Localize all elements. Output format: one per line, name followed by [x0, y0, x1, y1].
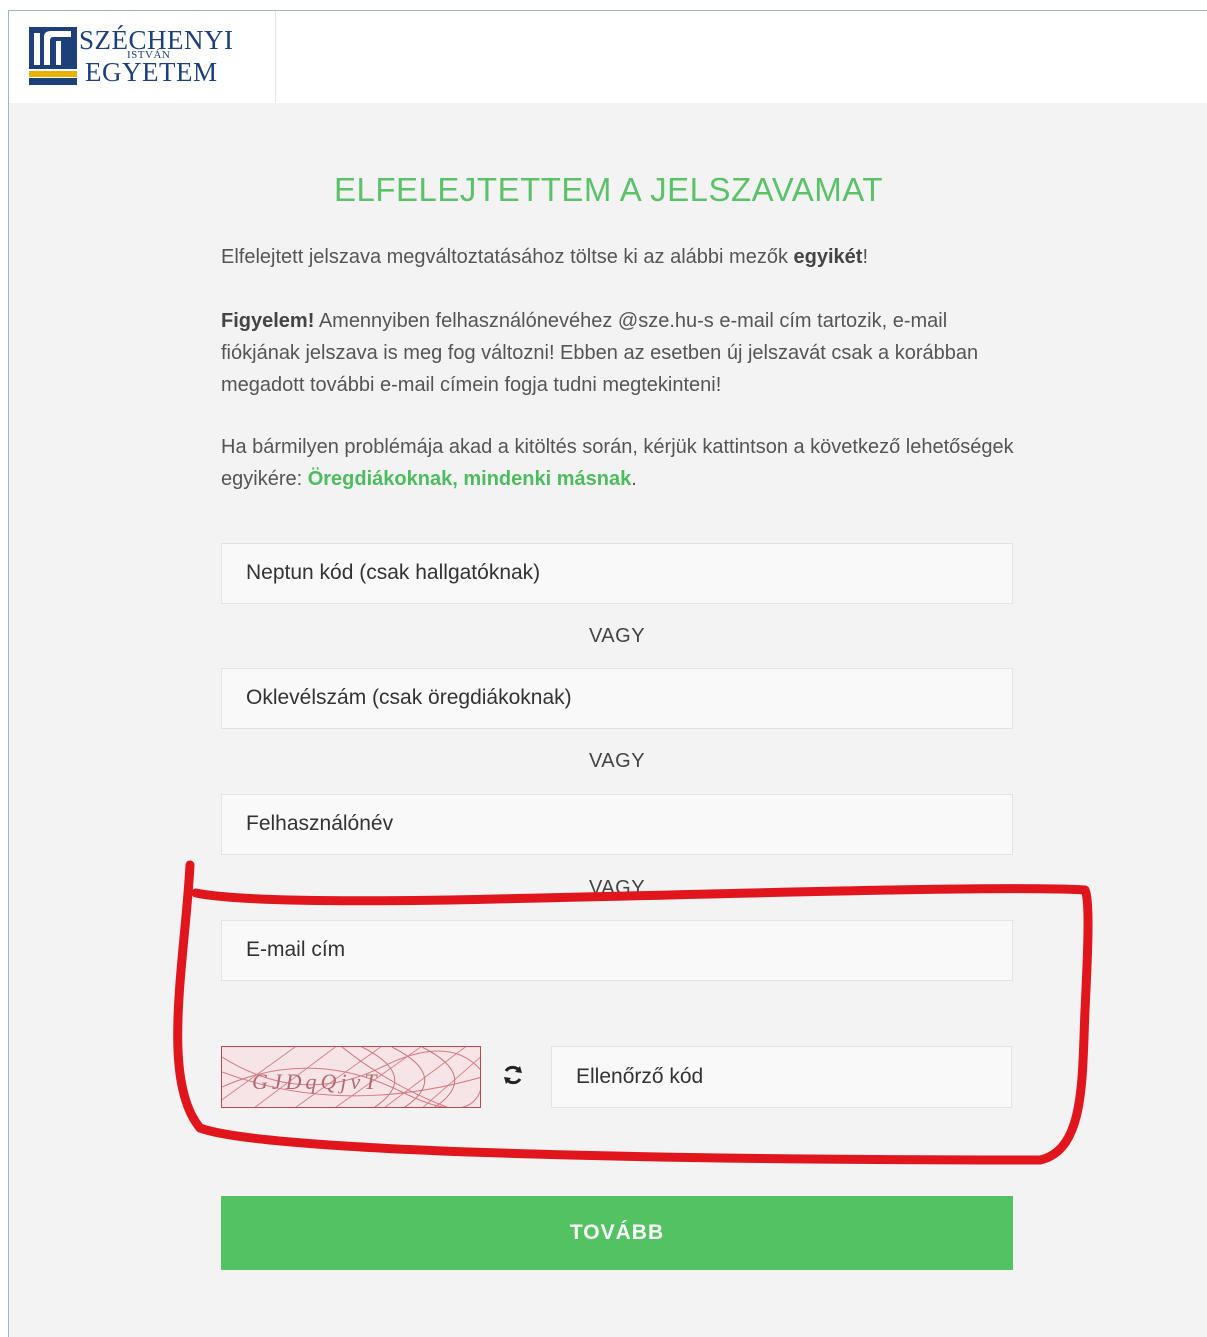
email-input[interactable]: E-mail cím [221, 920, 1013, 981]
neptun-input[interactable]: Neptun kód (csak hallgatóknak) [221, 543, 1013, 604]
username-placeholder: Felhasználónév [246, 812, 394, 835]
refresh-captcha-icon[interactable] [501, 1063, 525, 1087]
intro-end: ! [862, 246, 869, 268]
intro-bold: egyikét [793, 246, 863, 268]
help-text: Ha bármilyen problémája akad a kitöltés … [221, 431, 1021, 495]
email-placeholder: E-mail cím [246, 938, 346, 961]
warning-text: Figyelem! Amennyiben felhasználónevéhez … [221, 305, 1021, 401]
or-separator-3: VAGY [588, 877, 646, 899]
everyone-else-link[interactable]: mindenki másnak [463, 468, 631, 490]
help-end: . [631, 468, 637, 490]
logo-text-line3: EGYETEM [85, 57, 218, 87]
page-frame: SZÉCHENYI ISTVÁN EGYETEM ELFELEJTETTEM A… [8, 10, 1207, 1337]
captcha-image: GJDqQjvT [221, 1046, 481, 1108]
intro-main: Elfelejtett jelszava megváltoztatásához … [221, 246, 794, 268]
warning-bold: Figyelem! [221, 310, 315, 332]
or-separator-2: VAGY [588, 750, 646, 772]
or-separator-1: VAGY [588, 625, 646, 647]
alumni-link[interactable]: Öregdiákoknak [308, 468, 453, 490]
help-separator: , [452, 468, 464, 490]
logo-emblem-icon [29, 27, 77, 85]
diploma-placeholder: Oklevélszám (csak öregdiákoknak) [246, 686, 572, 709]
intro-text: Elfelejtett jelszava megváltoztatásához … [221, 241, 1021, 273]
captcha-noise: GJDqQjvT [222, 1047, 480, 1107]
header: SZÉCHENYI ISTVÁN EGYETEM [9, 11, 1207, 103]
captcha-code-placeholder: Ellenőrző kód [576, 1065, 704, 1088]
neptun-placeholder: Neptun kód (csak hallgatóknak) [246, 561, 541, 584]
captcha-code-input[interactable]: Ellenőrző kód [551, 1046, 1012, 1108]
continue-button[interactable]: TOVÁBB [221, 1196, 1013, 1270]
captcha-text: GJDqQjvT [252, 1069, 381, 1094]
diploma-number-input[interactable]: Oklevélszám (csak öregdiákoknak) [221, 668, 1013, 729]
page-title: ELFELEJTETTEM A JELSZAVAMAT [334, 171, 883, 208]
username-input[interactable]: Felhasználónév [221, 794, 1013, 855]
warning-body: Amennyiben felhasználónevéhez @sze.hu-s … [221, 310, 979, 396]
university-logo[interactable]: SZÉCHENYI ISTVÁN EGYETEM [9, 11, 276, 103]
